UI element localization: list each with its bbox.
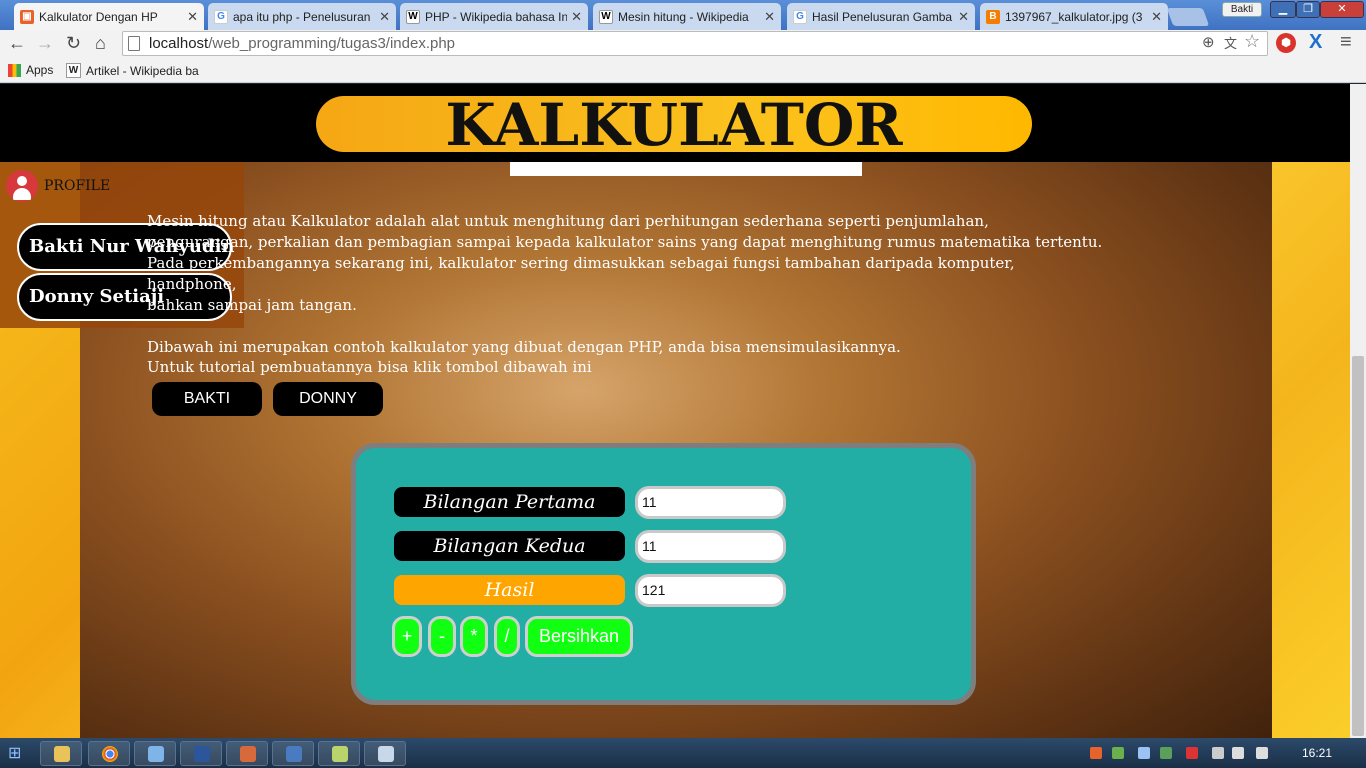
tab-title: Mesin hitung - Wikipedia xyxy=(618,9,749,24)
flag-tray-icon[interactable] xyxy=(1186,747,1198,759)
header-underline xyxy=(510,162,862,176)
page-viewport: KALKULATOR PROFILE Bakti Nur Wahyudin Do… xyxy=(0,84,1350,738)
wikipedia-favicon-icon: W xyxy=(599,9,613,24)
tab-title: 1397967_kalkulator.jpg (3 xyxy=(1005,9,1143,24)
word-taskbar-icon[interactable] xyxy=(180,741,222,766)
close-tab-icon[interactable]: ✕ xyxy=(1151,9,1162,25)
back-arrow-icon[interactable]: ← xyxy=(8,33,26,53)
multiply-button[interactable]: * xyxy=(460,616,488,657)
taskbar-clock[interactable]: 16:21 xyxy=(1302,746,1332,760)
clear-button[interactable]: Bersihkan xyxy=(525,616,633,657)
update-tray-icon[interactable] xyxy=(1160,747,1172,759)
profile-header: PROFILE xyxy=(6,170,110,202)
windows-start-icon[interactable]: ⊞ xyxy=(8,743,21,763)
label-result: Hasil xyxy=(394,575,625,605)
tab-title: PHP - Wikipedia bahasa In xyxy=(425,9,568,24)
chrome-taskbar-icon[interactable] xyxy=(88,741,130,766)
google-favicon-icon: G xyxy=(214,9,228,24)
tab-php-wikipedia[interactable]: W PHP - Wikipedia bahasa In ✕ xyxy=(400,3,588,30)
bookmark-artikel-wikipedia[interactable]: W Artikel - Wikipedia ba xyxy=(66,63,199,78)
tab-title: Hasil Penelusuran Gamba xyxy=(812,9,953,24)
new-tab-button[interactable] xyxy=(1166,8,1210,26)
security-tray-icon[interactable] xyxy=(1112,747,1124,759)
url-host: localhost xyxy=(149,35,209,52)
intro-line: Mesin hitung atau Kalkulator adalah alat… xyxy=(147,212,989,230)
label-first-number: Bilangan Pertama xyxy=(394,487,625,517)
close-tab-icon[interactable]: ✕ xyxy=(764,9,775,25)
first-number-input[interactable]: 11 xyxy=(635,486,786,519)
result-field[interactable]: 121 xyxy=(635,574,786,607)
tutorial-paragraph: Dibawah ini merupakan contoh kalkulator … xyxy=(147,337,1047,377)
intro-line: bahkan sampai jam tangan. xyxy=(147,296,357,314)
add-button[interactable]: + xyxy=(392,616,422,657)
translate-icon[interactable]: 文 xyxy=(1224,33,1237,52)
scrollbar-thumb[interactable] xyxy=(1352,356,1364,736)
bluetooth-tray-icon[interactable] xyxy=(1138,747,1150,759)
page-header: KALKULATOR xyxy=(0,84,1350,162)
tutorial-line: Untuk tutorial pembuatannya bisa klik to… xyxy=(147,358,592,376)
maximize-icon[interactable]: ❐ xyxy=(1296,1,1320,18)
intro-paragraph: Mesin hitung atau Kalkulator adalah alat… xyxy=(147,211,1107,316)
notepad-taskbar-icon[interactable] xyxy=(318,741,360,766)
address-bar[interactable]: localhost/web_programming/tugas3/index.p… xyxy=(122,31,1268,56)
reload-icon[interactable]: ↻ xyxy=(66,33,81,53)
tab-hasil-penelusuran[interactable]: G Hasil Penelusuran Gamba ✕ xyxy=(787,3,975,30)
label-second-number: Bilangan Kedua xyxy=(394,531,625,561)
tab-title: apa itu php - Penelusuran xyxy=(233,9,371,24)
close-tab-icon[interactable]: ✕ xyxy=(958,9,969,25)
avatar xyxy=(6,170,38,202)
forward-arrow-icon[interactable]: → xyxy=(36,33,54,53)
minimize-icon[interactable]: ▁ xyxy=(1270,1,1296,18)
tab-title: Kalkulator Dengan HP xyxy=(39,9,158,24)
apps-grid-icon xyxy=(8,63,21,77)
page-title: KALKULATOR xyxy=(316,96,1032,154)
explorer-taskbar-icon[interactable] xyxy=(40,741,82,766)
tutorial-button-donny[interactable]: DONNY xyxy=(273,382,383,416)
url-path: /web_programming/tugas3/index.php xyxy=(208,35,456,52)
home-icon[interactable]: ⌂ xyxy=(95,33,106,53)
intro-line: pengurangan, perkalian dan pembagian sam… xyxy=(147,233,1103,251)
signal-tray-icon[interactable] xyxy=(1232,747,1244,759)
close-tab-icon[interactable]: ✕ xyxy=(379,9,390,25)
second-number-input[interactable]: 11 xyxy=(635,530,786,563)
document-taskbar-icon[interactable] xyxy=(364,741,406,766)
user-profile-badge[interactable]: Bakti xyxy=(1222,2,1262,17)
close-window-icon[interactable]: ✕ xyxy=(1320,1,1364,18)
close-tab-icon[interactable]: ✕ xyxy=(187,9,198,25)
tutorial-button-bakti[interactable]: BAKTI xyxy=(152,382,262,416)
tab-kalkulator-jpg[interactable]: B 1397967_kalkulator.jpg (3 ✕ xyxy=(980,3,1168,30)
extension-x-icon[interactable]: X xyxy=(1309,31,1322,54)
zoom-icon[interactable]: ⊕ xyxy=(1202,33,1215,51)
bookmark-label: Apps xyxy=(26,63,54,77)
page-icon xyxy=(128,36,140,51)
virtualbox-taskbar-icon[interactable] xyxy=(272,741,314,766)
bookmark-label: Artikel - Wikipedia ba xyxy=(86,63,199,78)
divide-button[interactable]: / xyxy=(494,616,520,657)
tab-apa-itu-php[interactable]: G apa itu php - Penelusuran ✕ xyxy=(208,3,396,30)
profile-label: PROFILE xyxy=(44,178,111,194)
calc-favicon-icon: ▣ xyxy=(20,9,34,24)
bookmark-apps[interactable]: Apps xyxy=(8,63,53,77)
wikipedia-favicon-icon: W xyxy=(406,9,420,24)
tab-kalkulator[interactable]: ▣ Kalkulator Dengan HP ✕ xyxy=(14,3,204,30)
paint-taskbar-icon[interactable] xyxy=(226,741,268,766)
battery-tray-icon[interactable] xyxy=(1212,747,1224,759)
network-taskbar-icon[interactable] xyxy=(134,741,176,766)
bookmark-star-icon[interactable]: ☆ xyxy=(1244,31,1260,52)
tutorial-line: Dibawah ini merupakan contoh kalkulator … xyxy=(147,338,901,356)
intro-line: Pada perkembangannya sekarang ini, kalku… xyxy=(147,254,1015,293)
menu-hamburger-icon[interactable]: ≡ xyxy=(1340,31,1352,54)
tab-mesin-hitung[interactable]: W Mesin hitung - Wikipedia ✕ xyxy=(593,3,781,30)
volume-tray-icon[interactable] xyxy=(1256,747,1268,759)
blogger-favicon-icon: B xyxy=(986,9,1000,24)
google-favicon-icon: G xyxy=(793,9,807,24)
bookmarks-bar: Apps W Artikel - Wikipedia ba xyxy=(0,59,1366,83)
xampp-tray-icon[interactable] xyxy=(1090,747,1102,759)
close-tab-icon[interactable]: ✕ xyxy=(571,9,582,25)
adblock-icon[interactable]: ⬢ xyxy=(1276,33,1296,53)
wikipedia-icon: W xyxy=(66,63,81,78)
subtract-button[interactable]: - xyxy=(428,616,456,657)
